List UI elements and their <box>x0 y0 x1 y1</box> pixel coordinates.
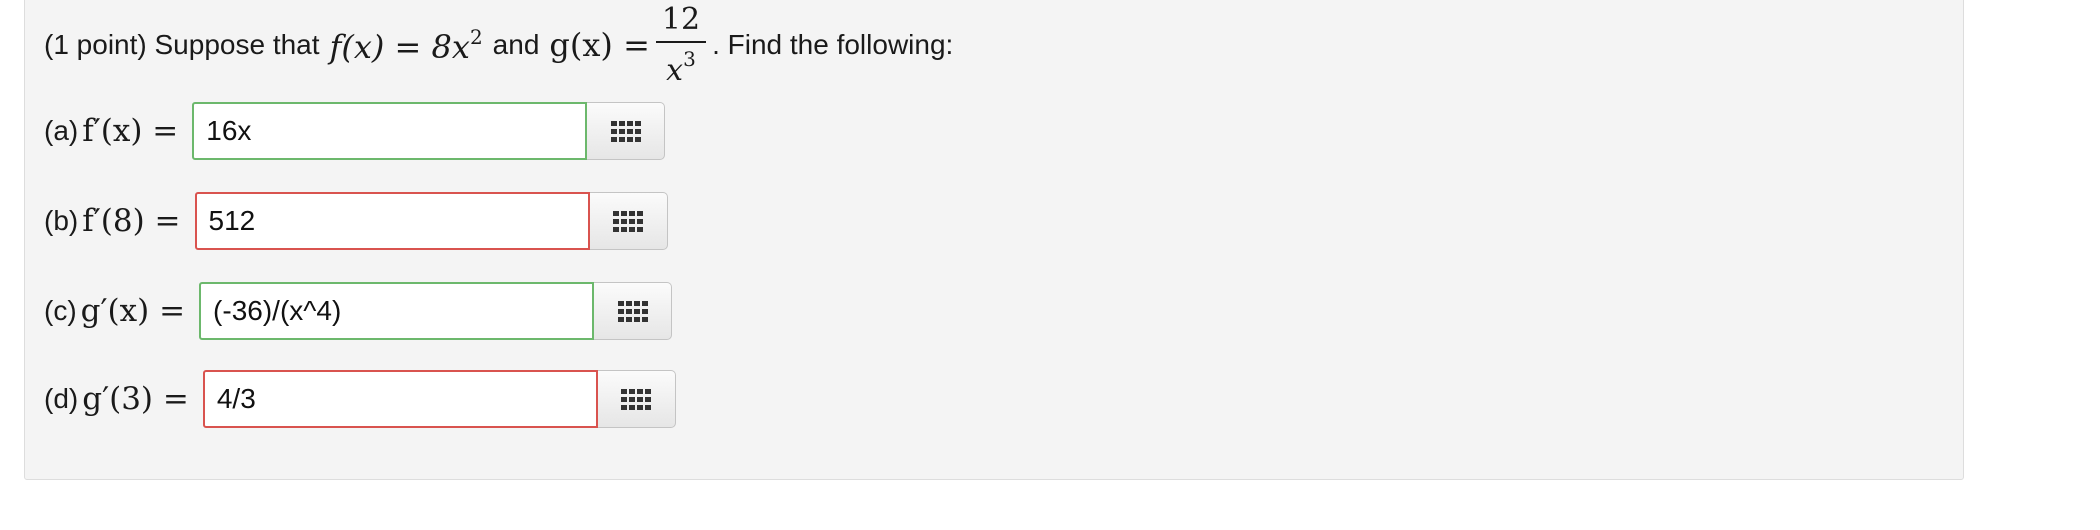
grid-icon <box>610 120 641 142</box>
part-d-row: (d) g′(3) = <box>44 369 676 429</box>
part-b-answer-input[interactable] <box>194 192 590 250</box>
part-c-answer-input[interactable] <box>199 282 595 340</box>
part-c-row: (c) g′(x) = <box>44 281 673 341</box>
part-c-equation-editor-button[interactable] <box>594 282 673 340</box>
part-a-expression: f′(x) = <box>82 113 179 149</box>
g-denominator-base: x <box>666 52 684 88</box>
part-a-label: (a) <box>44 115 79 146</box>
part-c-label: (c) <box>44 295 77 326</box>
f-definition-text: f(x) = 8x <box>329 27 470 66</box>
part-b-answer-group <box>194 192 668 250</box>
g-fraction: 12 x3 <box>655 3 707 88</box>
part-c-expression: g′(x) = <box>80 293 186 329</box>
problem-statement: (1 point) Suppose that f(x) = 8x2 and g(… <box>44 0 953 95</box>
part-a-equation-editor-button[interactable] <box>587 102 666 160</box>
part-b-expression: f′(8) = <box>82 203 181 239</box>
part-b-equation-editor-button[interactable] <box>589 192 668 250</box>
part-d-answer-input[interactable] <box>202 370 598 428</box>
point-label: (1 point) Suppose that <box>44 29 320 60</box>
grid-icon <box>621 388 652 410</box>
g-denominator-exponent: 3 <box>683 46 696 71</box>
g-denominator: x3 <box>660 43 702 88</box>
part-d-answer-group <box>202 370 676 428</box>
grid-icon <box>617 300 648 322</box>
part-d-expression: g′(3) = <box>82 381 189 417</box>
f-exponent: 2 <box>469 24 483 49</box>
part-b-label: (b) <box>44 205 79 236</box>
part-c-answer-group <box>199 282 673 340</box>
and-text: and <box>492 29 540 60</box>
tail-text: . Find the following: <box>712 29 954 60</box>
part-a-answer-group <box>192 102 666 160</box>
grid-icon <box>613 210 643 232</box>
part-d-label: (d) <box>44 383 79 414</box>
part-a-answer-input[interactable] <box>192 102 588 160</box>
part-b-row: (b) f′(8) = <box>44 191 668 251</box>
g-numerator: 12 <box>655 3 707 43</box>
g-lhs: g(x) = <box>549 26 650 64</box>
f-definition: f(x) = 8x2 <box>330 25 483 66</box>
part-d-equation-editor-button[interactable] <box>597 370 676 428</box>
part-a-row: (a) f′(x) = <box>44 101 666 161</box>
problem-panel: (1 point) Suppose that f(x) = 8x2 and g(… <box>24 0 1964 480</box>
